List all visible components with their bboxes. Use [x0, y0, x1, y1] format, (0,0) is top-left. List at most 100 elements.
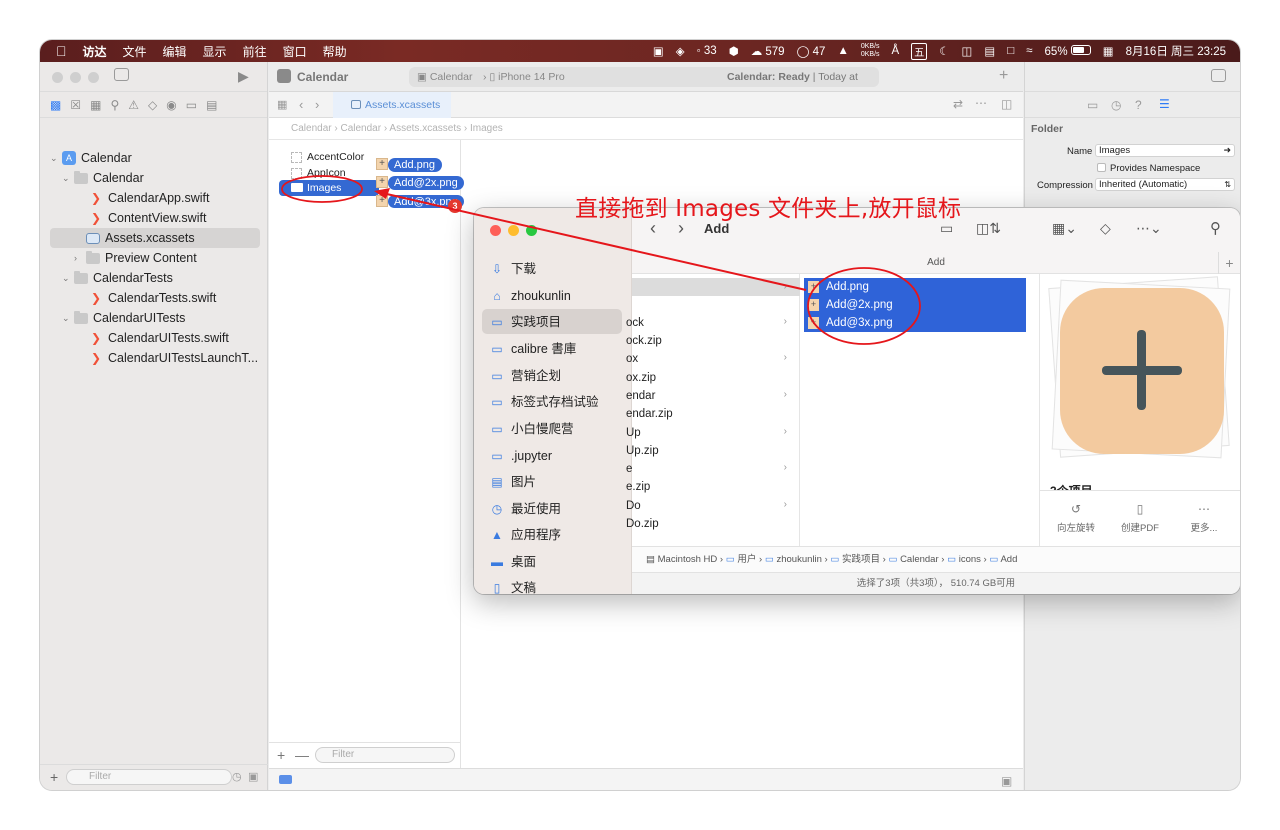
more-icon[interactable]: ⋯: [975, 96, 987, 110]
tree-row-file[interactable]: ❯ CalendarUITests.swift: [90, 328, 229, 348]
test-icon[interactable]: ◇: [148, 98, 157, 112]
asset-filter-input[interactable]: Filter: [315, 747, 455, 763]
chat-status[interactable]: ◦ 33: [697, 45, 717, 57]
clock[interactable]: 8月16日 周三 23:25: [1126, 43, 1226, 59]
asset-item[interactable]: AppIcon: [291, 166, 346, 180]
debug-icon[interactable]: ◉: [166, 98, 176, 112]
moon-icon[interactable]: ☾: [939, 44, 949, 58]
breakpoint-icon[interactable]: ▭: [186, 98, 197, 112]
find-icon[interactable]: ⚲: [110, 98, 119, 112]
history-inspector-icon[interactable]: ◷: [1111, 98, 1121, 112]
sidebar-item-recents[interactable]: ◷ 最近使用: [490, 498, 561, 520]
back-icon[interactable]: ‹: [299, 97, 303, 112]
list-item[interactable]: e: [626, 460, 632, 478]
more-button[interactable]: 更多...: [1174, 520, 1234, 534]
close-window-button[interactable]: [52, 72, 63, 83]
tree-row-folder[interactable]: ⌄ CalendarTests: [62, 268, 173, 288]
path-item[interactable]: Add: [1000, 554, 1017, 565]
name-field[interactable]: Images ➜: [1095, 144, 1235, 157]
screen-icon[interactable]: □: [1007, 45, 1014, 57]
file-item[interactable]: + Add@2x.png: [804, 296, 1026, 314]
grid-icon[interactable]: ▦: [277, 98, 287, 111]
more-actions-icon[interactable]: ⋯⌄: [1136, 220, 1162, 237]
zoom-window-button[interactable]: [88, 72, 99, 83]
cat-icon[interactable]: ▲: [837, 45, 848, 57]
disclosure-open-icon[interactable]: ⌄: [62, 308, 74, 328]
display-icon[interactable]: ◫: [962, 44, 973, 58]
list-item[interactable]: ox.zip: [626, 369, 656, 387]
report-icon[interactable]: ▤: [206, 98, 217, 112]
path-item[interactable]: 实践项目: [842, 554, 880, 565]
disclosure-closed-icon[interactable]: ›: [74, 248, 86, 268]
layers-icon[interactable]: ◈: [676, 44, 685, 58]
path-item[interactable]: Calendar: [900, 554, 939, 565]
sidebar-item-marketing[interactable]: ▭ 营销企划: [490, 365, 561, 387]
pdf-icon[interactable]: ▯: [1110, 502, 1170, 516]
breadcrumb-item[interactable]: Images: [470, 123, 503, 134]
sidebar-item-downloads[interactable]: ⇩ 下载: [490, 258, 536, 280]
debug-area-toggle-icon[interactable]: [279, 775, 292, 784]
hexagon-icon[interactable]: ⬢: [729, 44, 739, 58]
minimize-window-button[interactable]: [508, 225, 519, 236]
sidebar-item-desktop[interactable]: ▬ 桌面: [490, 551, 536, 573]
path-item[interactable]: Macintosh HD: [658, 554, 718, 565]
folder-navigator-icon[interactable]: ▩: [50, 98, 61, 112]
hierarchy-icon[interactable]: ▦: [90, 98, 101, 112]
add-icon[interactable]: +: [50, 769, 58, 785]
apple-menu-icon[interactable]: : [56, 43, 67, 59]
file-item[interactable]: + Add.png: [804, 278, 1026, 296]
breadcrumb-item[interactable]: Calendar: [291, 123, 332, 134]
tree-row-file[interactable]: ❯ ContentView.swift: [90, 208, 206, 228]
forward-icon[interactable]: ›: [315, 97, 319, 112]
tab-assets[interactable]: Assets.xcassets: [333, 92, 451, 118]
wps-icon[interactable]: ▣: [653, 44, 664, 58]
group-icon[interactable]: ▦⌄: [1052, 220, 1077, 237]
device-selector[interactable]: › ▯ iPhone 14 Pro: [483, 67, 565, 87]
source-control-icon[interactable]: ☒: [70, 98, 81, 112]
list-item[interactable]: Do.zip: [626, 515, 659, 533]
list-item[interactable]: e.zip: [626, 478, 650, 496]
battery-status[interactable]: 65%: [1045, 44, 1091, 58]
list-item[interactable]: ock.zip: [626, 332, 662, 350]
compression-select[interactable]: Inherited (Automatic) ⇅: [1095, 178, 1235, 191]
sidebar-item-applications[interactable]: ▲ 应用程序: [490, 524, 561, 546]
remove-asset-icon[interactable]: —: [295, 747, 309, 763]
more-icon[interactable]: ⋯: [1174, 502, 1234, 516]
sidebar-item-camp[interactable]: ▭ 小白慢爬营: [490, 418, 573, 440]
split-editor-icon[interactable]: ◫: [1001, 97, 1012, 111]
tree-row-project[interactable]: ⌄ A Calendar: [50, 148, 132, 168]
activity-view[interactable]: ▣ Calendar › ▯ iPhone 14 Pro Calendar: R…: [409, 67, 879, 103]
inspector-toggle-icon[interactable]: [1211, 69, 1226, 82]
minimize-window-button[interactable]: [70, 72, 81, 83]
close-window-button[interactable]: [490, 225, 501, 236]
menu-go[interactable]: 前往: [243, 43, 267, 60]
checkbox-box[interactable]: [1097, 163, 1106, 172]
recent-filter-icon[interactable]: ◷: [232, 770, 242, 783]
provides-namespace-checkbox[interactable]: Provides Namespace: [1097, 163, 1200, 174]
list-item[interactable]: endar.zip: [626, 405, 673, 423]
menu-edit[interactable]: 编辑: [163, 43, 187, 60]
sidebar-item-jupyter[interactable]: ▭ .jupyter: [490, 445, 552, 467]
rotate-left-button[interactable]: 向左旋转: [1046, 520, 1106, 534]
scm-filter-icon[interactable]: ▣: [248, 770, 258, 783]
sidebar-item-home[interactable]: ⌂ zhoukunlin: [490, 285, 570, 307]
wifi-icon[interactable]: ≈: [1026, 45, 1032, 57]
list-item[interactable]: endar: [626, 387, 655, 405]
photo-icon[interactable]: ▤: [984, 44, 995, 58]
file-inspector-icon[interactable]: ▭: [1087, 98, 1098, 112]
input-method[interactable]: 五: [911, 42, 928, 60]
path-item[interactable]: zhoukunlin: [776, 554, 821, 565]
sidebar-item-archive[interactable]: ▭ 标签式存档试验: [490, 391, 598, 413]
issue-icon[interactable]: ⚠: [128, 98, 139, 112]
menu-view[interactable]: 显示: [203, 43, 227, 60]
add-tab-icon[interactable]: +: [999, 67, 1008, 85]
asset-item[interactable]: AccentColor: [291, 150, 364, 164]
tree-row-folder[interactable]: ⌄ Calendar: [62, 168, 144, 188]
sidebar-toggle-icon[interactable]: [114, 68, 129, 81]
rotate-left-icon[interactable]: ↺: [1046, 502, 1106, 516]
wechat-status[interactable]: ◯ 47: [797, 44, 826, 58]
list-item[interactable]: ock: [626, 314, 644, 332]
attributes-inspector-icon[interactable]: ☰: [1159, 97, 1170, 111]
tag-icon[interactable]: ◇: [1100, 220, 1111, 237]
add-asset-icon[interactable]: +: [277, 747, 285, 763]
